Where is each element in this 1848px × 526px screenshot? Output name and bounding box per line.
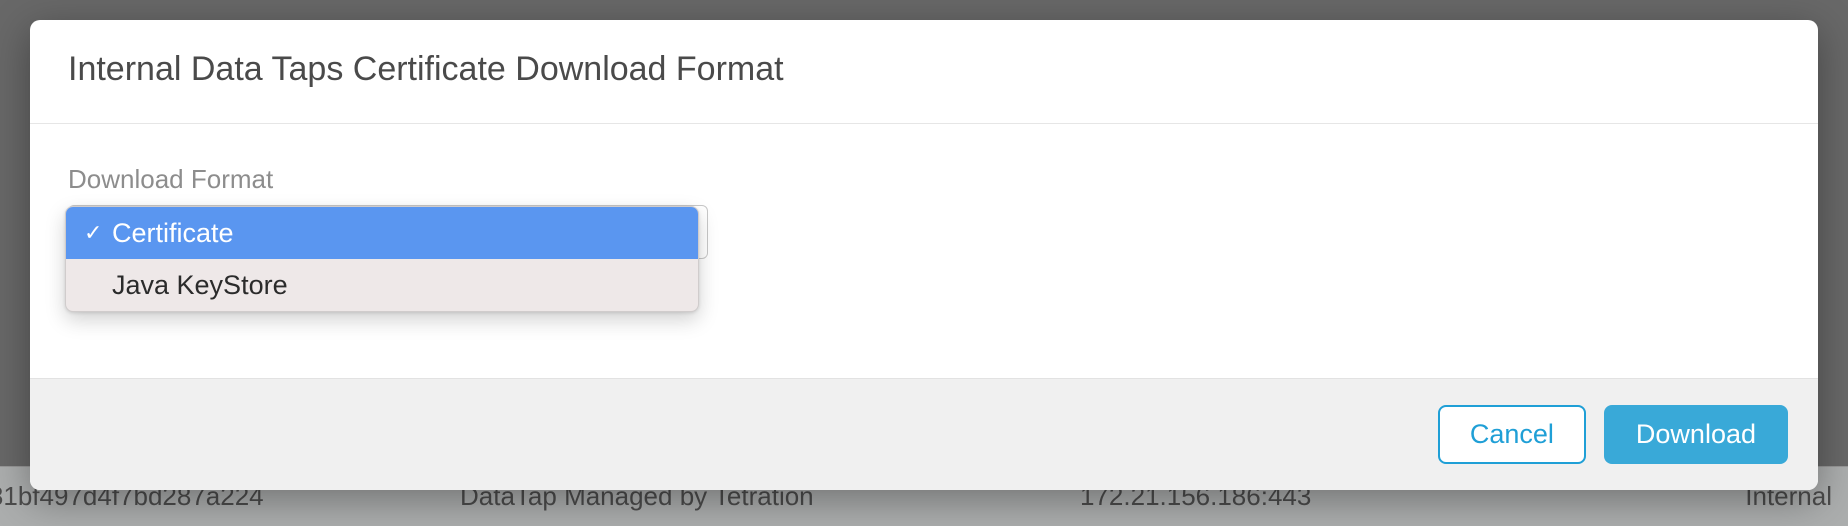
option-java-keystore[interactable]: ✓ Java KeyStore (66, 259, 698, 311)
download-format-select[interactable]: ✓ Certificate ✓ Java KeyStore (68, 205, 708, 259)
option-label: Java KeyStore (112, 270, 684, 301)
modal-title: Internal Data Taps Certificate Download … (68, 50, 1780, 89)
modal-footer: Cancel Download (30, 378, 1818, 490)
option-label: Certificate (112, 218, 684, 249)
download-format-dropdown[interactable]: ✓ Certificate ✓ Java KeyStore (65, 206, 699, 312)
modal-body: Download Format ✓ Certificate ✓ Java Key… (30, 124, 1818, 378)
cancel-button[interactable]: Cancel (1438, 405, 1586, 464)
download-button[interactable]: Download (1604, 405, 1788, 464)
option-certificate[interactable]: ✓ Certificate (66, 207, 698, 259)
modal-header: Internal Data Taps Certificate Download … (30, 20, 1818, 124)
checkmark-icon: ✓ (84, 220, 112, 246)
download-format-modal: Internal Data Taps Certificate Download … (30, 20, 1818, 490)
download-format-label: Download Format (68, 164, 1780, 195)
